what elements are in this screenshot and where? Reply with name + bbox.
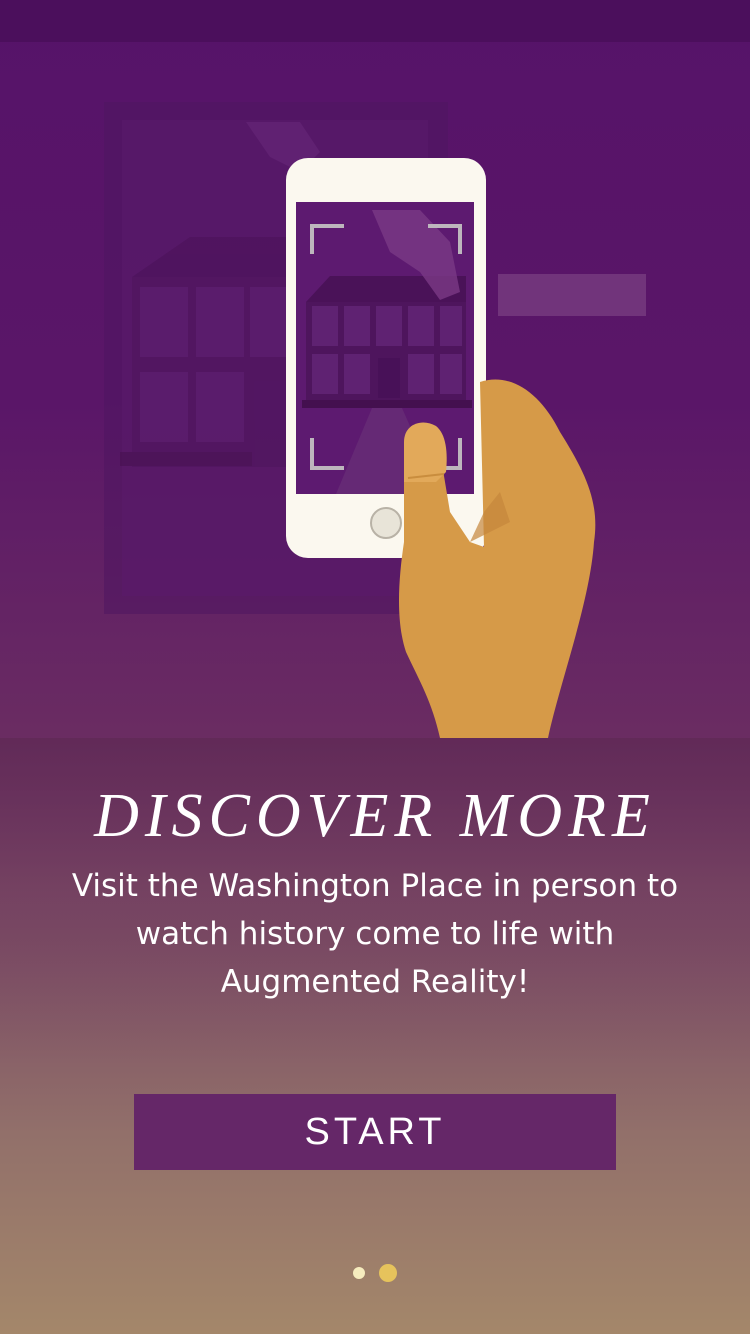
smartphone-icon	[286, 158, 486, 558]
ar-illustration	[0, 42, 750, 738]
ar-label-placeholder	[498, 274, 646, 316]
hand-icon	[399, 379, 596, 738]
page-dot-2-active[interactable]	[379, 1264, 397, 1282]
page-dot-1[interactable]	[353, 1267, 365, 1279]
start-button[interactable]: START	[134, 1094, 616, 1170]
status-bar	[0, 0, 750, 42]
onboarding-description: Visit the Washington Place in person to …	[71, 868, 679, 1000]
background-building-icon	[120, 237, 300, 467]
page-indicator	[0, 1262, 750, 1284]
onboarding-panel: DISCOVER MORE Visit the Washington Place…	[0, 738, 750, 1334]
page-title: DISCOVER MORE	[94, 782, 656, 850]
